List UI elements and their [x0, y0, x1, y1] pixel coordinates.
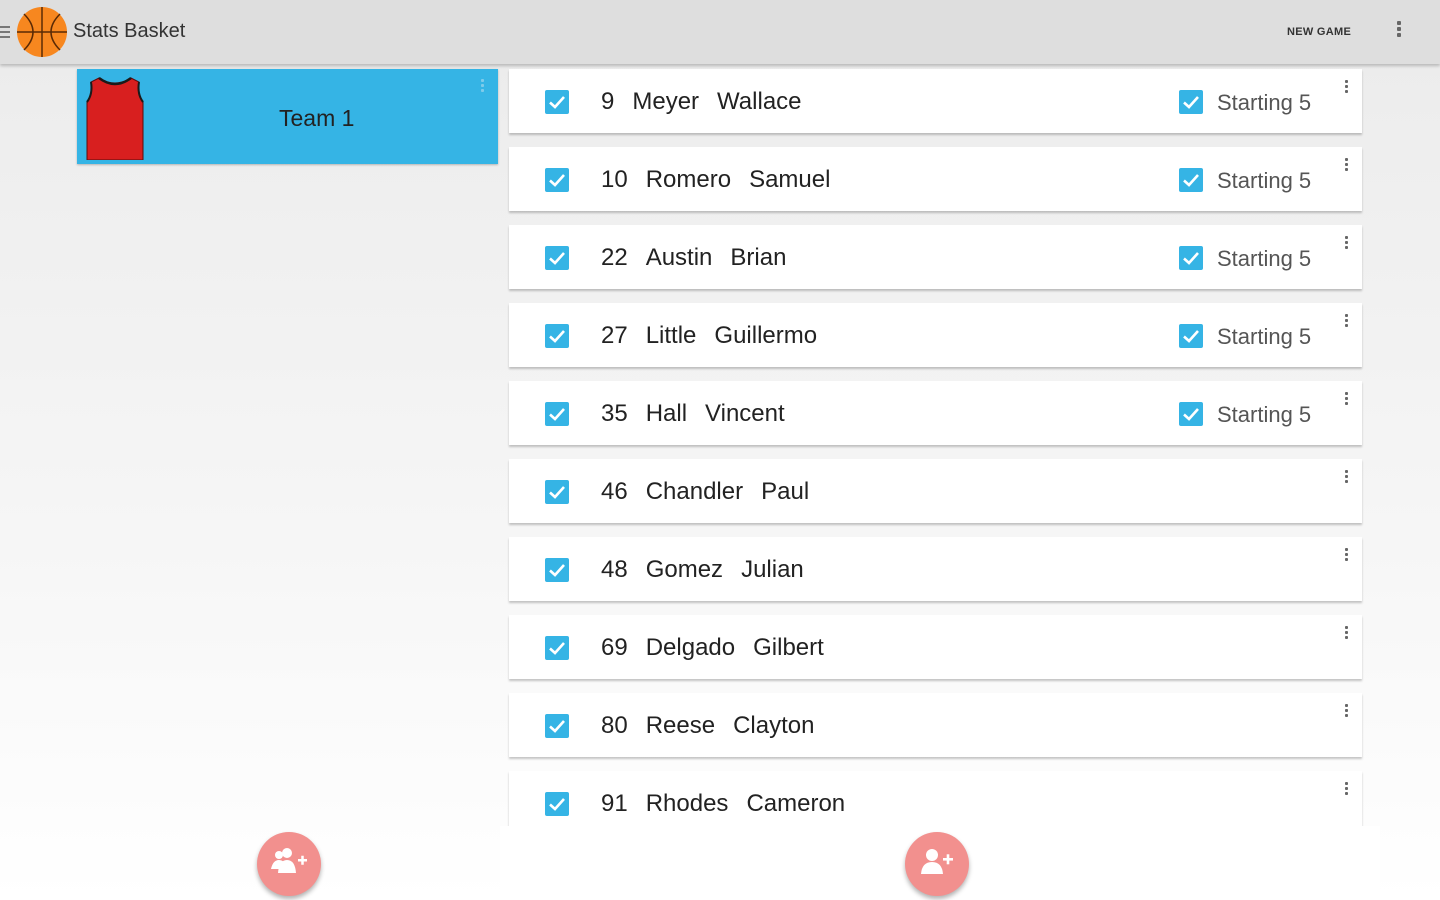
starting-five-toggle[interactable]: Starting 5: [1179, 168, 1311, 193]
player-name: 69 Delgado Gilbert: [601, 634, 824, 662]
player-last-name: Gomez: [645, 556, 724, 583]
player-first-name: Samuel: [749, 166, 831, 193]
player-selected-checkbox[interactable]: [545, 792, 569, 816]
player-number: 22: [601, 244, 628, 271]
player-first-name: Guillermo: [714, 322, 818, 349]
player-last-name: Chandler: [645, 478, 744, 505]
player-overflow-icon[interactable]: [1343, 314, 1349, 334]
player-overflow-icon[interactable]: [1343, 782, 1349, 802]
player-name: 10 Romero Samuel: [601, 166, 830, 194]
player-number: 10: [601, 166, 628, 193]
player-row[interactable]: 10 Romero Samuel Starting 5: [509, 147, 1362, 211]
player-overflow-icon[interactable]: [1343, 626, 1349, 646]
player-number: 91: [601, 790, 628, 817]
starting-five-toggle[interactable]: Starting 5: [1179, 246, 1311, 271]
player-overflow-icon[interactable]: [1343, 80, 1349, 100]
starting-five-label: Starting 5: [1217, 168, 1312, 193]
starting-five-label: Starting 5: [1217, 246, 1312, 271]
action-bar: Stats Basket NEW GAME: [0, 0, 1440, 64]
starting-five-checkbox[interactable]: [1179, 402, 1203, 426]
player-name: 27 Little Guillermo: [601, 322, 817, 350]
player-last-name: Little: [645, 322, 697, 349]
player-first-name: Clayton: [733, 712, 815, 739]
team-overflow-icon[interactable]: [479, 79, 485, 99]
player-number: 48: [601, 556, 628, 583]
player-name: 22 Austin Brian: [601, 244, 786, 272]
starting-five-checkbox[interactable]: [1179, 246, 1203, 270]
player-overflow-icon[interactable]: [1343, 158, 1349, 178]
player-number: 69: [601, 634, 628, 661]
drawer-menu-icon[interactable]: [0, 26, 12, 38]
player-selected-checkbox[interactable]: [545, 168, 569, 192]
player-last-name: Romero: [645, 166, 732, 193]
player-number: 35: [601, 400, 628, 427]
jersey-icon: [85, 76, 145, 161]
player-selected-checkbox[interactable]: [545, 480, 569, 504]
player-first-name: Julian: [741, 556, 804, 583]
player-last-name: Meyer: [632, 88, 700, 115]
player-overflow-icon[interactable]: [1343, 704, 1349, 724]
player-first-name: Paul: [761, 478, 810, 505]
player-number: 46: [601, 478, 628, 505]
player-name: 48 Gomez Julian: [601, 556, 804, 584]
add-team-button[interactable]: [257, 832, 321, 896]
player-name: 35 Hall Vincent: [601, 400, 785, 428]
player-selected-checkbox[interactable]: [545, 402, 569, 426]
starting-five-toggle[interactable]: Starting 5: [1179, 90, 1311, 115]
basketball-icon[interactable]: [15, 5, 69, 59]
add-group-icon: [269, 847, 309, 882]
player-name: 80 Reese Clayton: [601, 712, 814, 740]
player-row[interactable]: 35 Hall Vincent Starting 5: [509, 381, 1362, 445]
player-selected-checkbox[interactable]: [545, 90, 569, 114]
player-overflow-icon[interactable]: [1343, 236, 1349, 256]
player-overflow-icon[interactable]: [1343, 392, 1349, 412]
starting-five-toggle[interactable]: Starting 5: [1179, 324, 1311, 349]
player-selected-checkbox[interactable]: [545, 324, 569, 348]
player-name: 9 Meyer Wallace: [601, 88, 802, 116]
player-overflow-icon[interactable]: [1343, 470, 1349, 490]
player-last-name: Hall: [645, 400, 688, 427]
player-number: 9: [601, 88, 615, 115]
player-last-name: Austin: [645, 244, 713, 271]
add-person-icon: [919, 847, 955, 882]
player-first-name: Vincent: [705, 400, 785, 427]
player-last-name: Delgado: [645, 634, 736, 661]
new-game-button[interactable]: NEW GAME: [1287, 26, 1351, 38]
starting-five-label: Starting 5: [1217, 402, 1312, 427]
player-row[interactable]: 69 Delgado Gilbert: [509, 615, 1362, 679]
starting-five-label: Starting 5: [1217, 90, 1312, 115]
player-first-name: Gilbert: [753, 634, 824, 661]
player-name: 46 Chandler Paul: [601, 478, 809, 506]
player-row[interactable]: 22 Austin Brian Starting 5: [509, 225, 1362, 289]
overflow-menu-icon[interactable]: [1396, 18, 1412, 46]
player-row[interactable]: 48 Gomez Julian: [509, 537, 1362, 601]
player-first-name: Wallace: [717, 88, 802, 115]
player-selected-checkbox[interactable]: [545, 714, 569, 738]
player-selected-checkbox[interactable]: [545, 558, 569, 582]
player-selected-checkbox[interactable]: [545, 246, 569, 270]
player-row[interactable]: 27 Little Guillermo Starting 5: [509, 303, 1362, 367]
player-selected-checkbox[interactable]: [545, 636, 569, 660]
add-player-button[interactable]: [905, 832, 969, 896]
team-card[interactable]: Team 1: [77, 69, 498, 164]
app-title: Stats Basket: [73, 20, 186, 42]
starting-five-toggle[interactable]: Starting 5: [1179, 402, 1311, 427]
player-name: 91 Rhodes Cameron: [601, 790, 845, 818]
player-number: 80: [601, 712, 628, 739]
player-first-name: Cameron: [746, 790, 846, 817]
starting-five-checkbox[interactable]: [1179, 90, 1203, 114]
player-row[interactable]: 80 Reese Clayton: [509, 693, 1362, 757]
player-row[interactable]: 46 Chandler Paul: [509, 459, 1362, 523]
player-overflow-icon[interactable]: [1343, 548, 1349, 568]
player-number: 27: [601, 322, 628, 349]
player-first-name: Brian: [730, 244, 787, 271]
player-last-name: Rhodes: [645, 790, 729, 817]
team-name: Team 1: [279, 105, 355, 131]
player-row[interactable]: 9 Meyer Wallace Starting 5: [509, 69, 1362, 133]
starting-five-checkbox[interactable]: [1179, 168, 1203, 192]
player-last-name: Reese: [645, 712, 716, 739]
starting-five-label: Starting 5: [1217, 324, 1312, 349]
starting-five-checkbox[interactable]: [1179, 324, 1203, 348]
